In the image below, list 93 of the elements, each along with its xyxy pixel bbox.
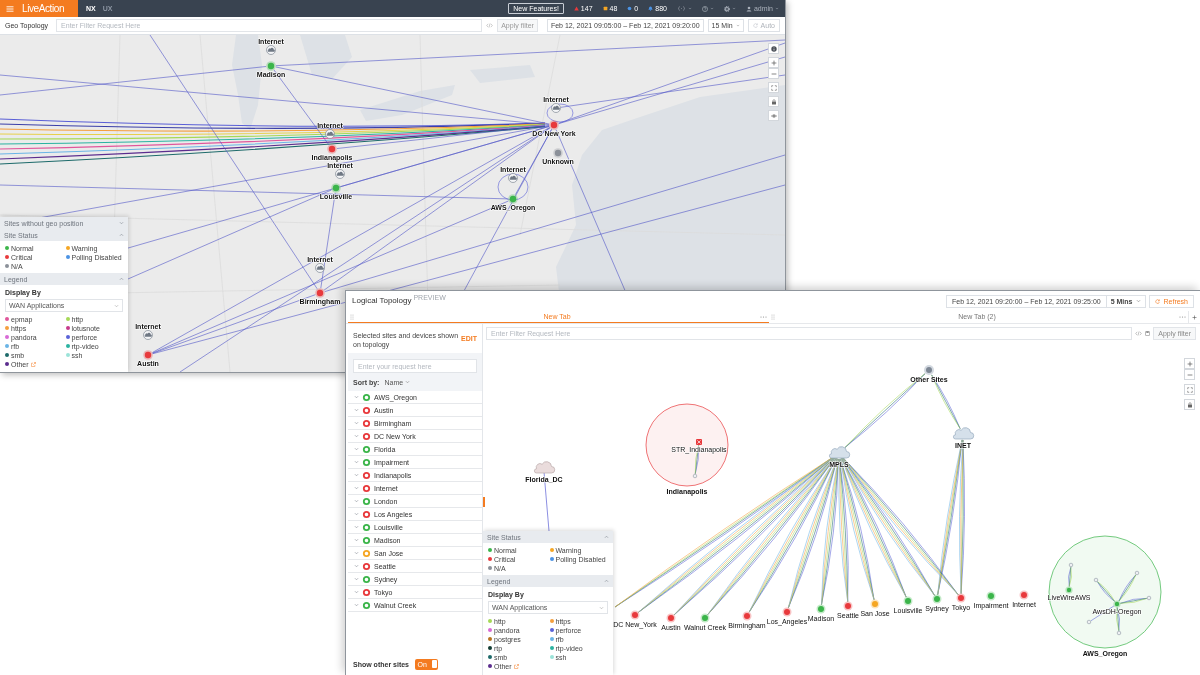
code-menu[interactable] (676, 6, 692, 11)
resize-handle[interactable] (483, 497, 485, 507)
zoom-in-button[interactable] (1184, 358, 1195, 369)
expand-icon (770, 84, 777, 91)
bell-icon (648, 6, 654, 11)
gear-icon (723, 5, 730, 12)
device-node-icon (1134, 570, 1140, 576)
hub-node-icon (924, 365, 934, 375)
external-link-icon[interactable] (513, 663, 519, 669)
cloud-icon (315, 263, 325, 273)
caret-icon (405, 380, 411, 384)
alert-triangle-icon (573, 6, 579, 11)
save-icon[interactable] (1145, 331, 1151, 336)
chevron-down-icon (114, 303, 119, 308)
code-braces-icon (676, 6, 686, 11)
expand-icon (1186, 386, 1193, 393)
help-icon (701, 5, 708, 12)
lock-button[interactable] (768, 96, 779, 107)
logo-text: LiveAction (22, 3, 65, 14)
link-loop (497, 173, 529, 201)
cloud-icon (953, 427, 975, 440)
chevron-down-icon (354, 551, 359, 555)
cloud-icon (143, 330, 153, 340)
chevron-down-icon (354, 538, 359, 542)
window-title: Logical Topology (352, 297, 412, 305)
chevron-down-icon (354, 564, 359, 568)
minus-icon (1186, 371, 1193, 378)
chevron-down-icon (354, 603, 359, 607)
lock-icon (1186, 401, 1193, 408)
chevron-down-icon (354, 395, 359, 399)
cloud-icon (551, 103, 561, 113)
refresh-icon (1155, 298, 1161, 304)
link-loop (546, 103, 574, 123)
lock-icon (770, 98, 777, 105)
lock-button[interactable] (1184, 399, 1195, 410)
caret-icon (1136, 299, 1142, 303)
chevron-down-icon (354, 447, 359, 451)
external-link-icon[interactable] (30, 361, 36, 367)
plus-icon (1192, 314, 1197, 320)
plus-icon (1186, 360, 1193, 367)
help-menu[interactable] (701, 5, 714, 12)
info-icon (770, 45, 777, 52)
user-icon (745, 5, 752, 12)
chevron-down-icon (354, 486, 359, 490)
cloud-icon (508, 173, 518, 183)
link-bundle (1068, 567, 1072, 587)
chevron-down-icon (354, 525, 359, 529)
cloud-icon (325, 129, 335, 139)
device-node-icon (1086, 619, 1092, 625)
info-button[interactable] (768, 43, 779, 54)
settings-menu[interactable] (723, 5, 736, 12)
cloud-icon (534, 461, 556, 474)
device-node-icon (1146, 595, 1152, 601)
device-node-icon (1068, 562, 1074, 568)
device-node-icon (1113, 600, 1121, 608)
fit-view-button[interactable] (1184, 384, 1195, 395)
chevron-down-icon (599, 605, 604, 610)
add-tab-button[interactable] (1188, 311, 1200, 323)
cloud-icon (335, 169, 345, 179)
chevron-down-icon (354, 460, 359, 464)
caret-icon (775, 7, 779, 10)
menu-icon[interactable] (6, 5, 14, 12)
visibility-button[interactable] (768, 110, 779, 121)
chevron-down-icon (354, 408, 359, 412)
plus-icon (770, 59, 777, 66)
zoom-out-button[interactable] (768, 68, 779, 79)
chevron-down-icon (354, 421, 359, 425)
link-bundle (1097, 581, 1115, 602)
code-icon[interactable] (1135, 331, 1143, 336)
link-bundle (931, 374, 961, 429)
device-node-icon (1065, 586, 1073, 594)
cloud-icon (266, 45, 276, 55)
cloud-icon (829, 446, 851, 459)
chevron-down-icon (354, 590, 359, 594)
code-icon[interactable] (486, 23, 494, 28)
device-node-icon (1116, 630, 1122, 636)
caret-icon (709, 7, 714, 10)
more-icon (1179, 315, 1186, 318)
device-node-icon (692, 473, 698, 479)
chevron-down-icon (354, 577, 359, 581)
router-icon (696, 439, 702, 445)
chevron-down-icon (354, 512, 359, 516)
chevron-down-icon (354, 434, 359, 438)
info-dot-icon (627, 6, 633, 11)
chevron-down-icon (354, 473, 359, 477)
eye-icon (770, 112, 777, 119)
minus-icon (770, 70, 777, 77)
caret-icon (731, 7, 736, 10)
device-node-icon (1093, 577, 1099, 583)
chevron-down-icon (354, 499, 359, 503)
more-icon (760, 315, 767, 318)
refresh-icon (752, 23, 758, 28)
zoom-out-button[interactable] (1184, 369, 1195, 380)
